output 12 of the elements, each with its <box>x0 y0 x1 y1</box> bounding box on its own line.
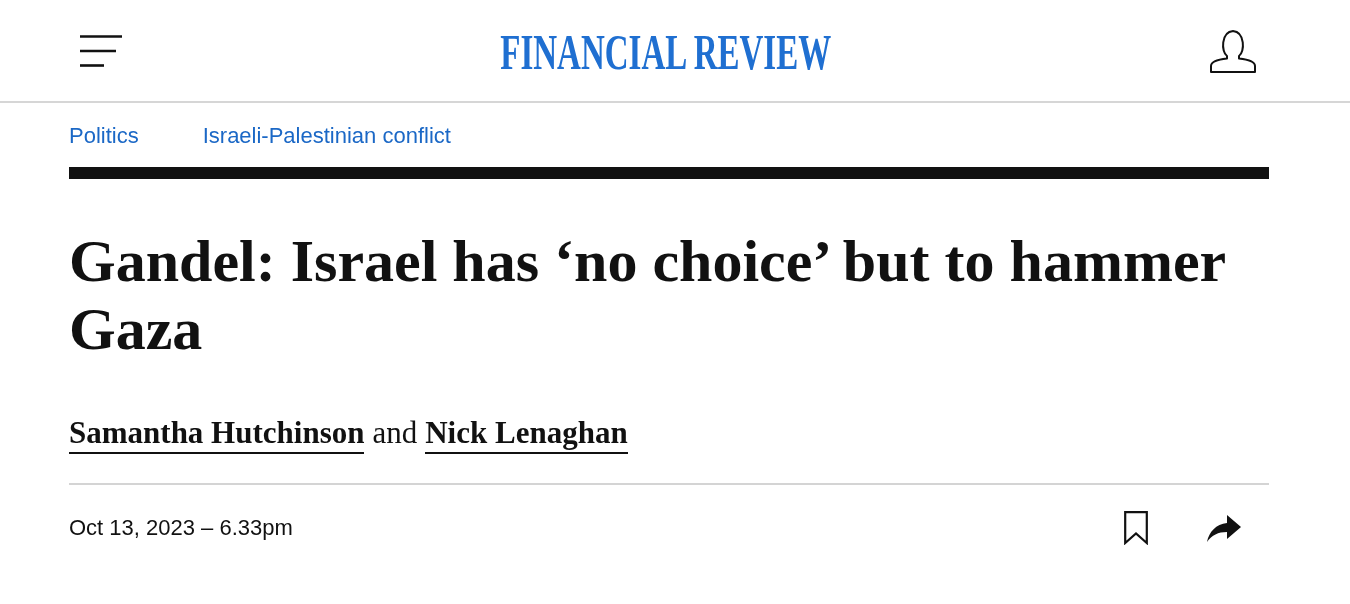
breadcrumb-link[interactable]: Politics <box>69 122 139 149</box>
user-icon[interactable] <box>1210 28 1256 73</box>
menu-icon[interactable] <box>80 34 122 67</box>
bookmark-icon[interactable] <box>1124 511 1148 545</box>
site-logo[interactable]: FINANCIAL REVIEW <box>500 26 832 77</box>
author-link[interactable]: Nick Lenaghan <box>425 415 628 454</box>
breadcrumb-link[interactable]: Israeli-Palestinian conflict <box>202 122 451 149</box>
byline-conjunction: and <box>372 415 418 451</box>
publish-date: Oct 13, 2023 – 6.33pm <box>69 514 293 542</box>
author-link[interactable]: Samantha Hutchinson <box>69 415 365 454</box>
share-icon[interactable] <box>1207 514 1241 542</box>
headline: Gandel: Israel has ‘no choice’ but to hammer Gaza <box>69 227 1227 363</box>
